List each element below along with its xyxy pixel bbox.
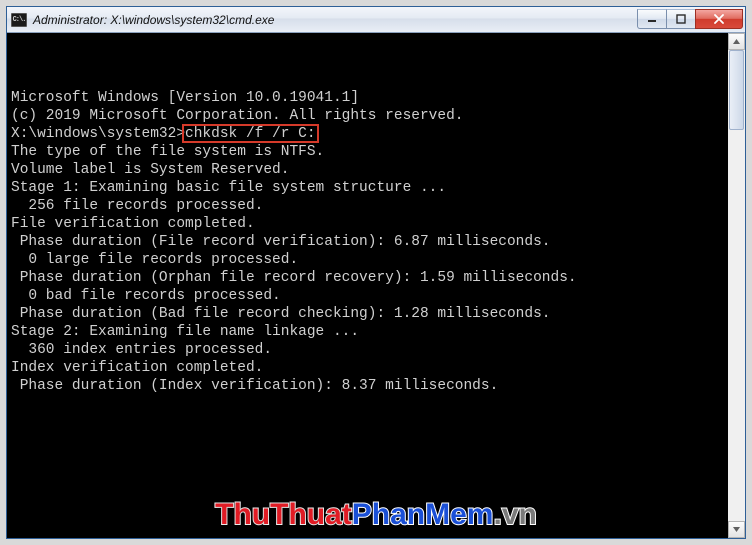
minimize-button[interactable] — [637, 9, 667, 29]
console-line: X:\windows\system32>chkdsk /f /r C: — [11, 125, 724, 143]
titlebar[interactable]: C:\. Administrator: X:\windows\system32\… — [7, 7, 745, 33]
typed-command: chkdsk /f /r C: — [185, 126, 316, 142]
close-button[interactable] — [695, 9, 743, 29]
scroll-track[interactable] — [728, 50, 745, 521]
console-line: 0 bad file records processed. — [11, 287, 724, 305]
console-line: Index verification completed. — [11, 359, 724, 377]
console-line: Stage 2: Examining file name linkage ... — [11, 323, 724, 341]
console-line: The type of the file system is NTFS. — [11, 143, 724, 161]
cmd-icon: C:\. — [11, 13, 27, 27]
command-prompt-window: C:\. Administrator: X:\windows\system32\… — [6, 6, 746, 539]
prompt: X:\windows\system32> — [11, 126, 185, 142]
console-line: Stage 1: Examining basic file system str… — [11, 179, 724, 197]
client-area: Microsoft Windows [Version 10.0.19041.1]… — [7, 33, 745, 538]
console-line: Phase duration (Index verification): 8.3… — [11, 377, 724, 395]
window-title: Administrator: X:\windows\system32\cmd.e… — [33, 13, 638, 27]
console-line: Phase duration (File record verification… — [11, 233, 724, 251]
scroll-up-button[interactable] — [728, 33, 745, 50]
console-line: Phase duration (Orphan file record recov… — [11, 269, 724, 287]
console-line: Volume label is System Reserved. — [11, 161, 724, 179]
vertical-scrollbar[interactable] — [728, 33, 745, 538]
console-line: Phase duration (Bad file record checking… — [11, 305, 724, 323]
console-line: 256 file records processed. — [11, 197, 724, 215]
console-line: (c) 2019 Microsoft Corporation. All righ… — [11, 107, 724, 125]
console-line: 0 large file records processed. — [11, 251, 724, 269]
maximize-button[interactable] — [666, 9, 696, 29]
window-controls — [638, 9, 743, 29]
scroll-down-button[interactable] — [728, 521, 745, 538]
scroll-thumb[interactable] — [729, 50, 744, 130]
console-line: File verification completed. — [11, 215, 724, 233]
console-line: Microsoft Windows [Version 10.0.19041.1] — [11, 89, 724, 107]
console-output[interactable]: Microsoft Windows [Version 10.0.19041.1]… — [7, 33, 728, 538]
console-line: 360 index entries processed. — [11, 341, 724, 359]
